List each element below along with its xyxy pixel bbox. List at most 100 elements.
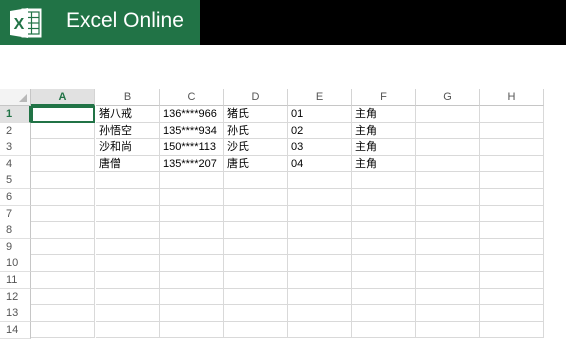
cell-g10[interactable]	[416, 255, 480, 272]
cell-g14[interactable]	[416, 321, 480, 339]
row-header-8[interactable]: 8	[0, 222, 31, 240]
column-header-b[interactable]: B	[96, 89, 160, 106]
cell-e13[interactable]	[288, 305, 352, 322]
cell-e2[interactable]: 02	[288, 122, 352, 140]
cell-e10[interactable]	[288, 255, 352, 272]
cell-h9[interactable]	[480, 238, 544, 256]
cell-b6[interactable]	[96, 189, 160, 206]
cell-g1[interactable]	[416, 106, 480, 123]
cell-b3[interactable]: 沙和尚	[96, 139, 160, 156]
cell-b8[interactable]	[96, 222, 160, 239]
row-header-7[interactable]: 7	[0, 205, 31, 223]
cell-e11[interactable]	[288, 272, 352, 289]
cell-h14[interactable]	[480, 321, 544, 339]
cell-c1[interactable]: 136****966	[160, 106, 224, 123]
cell-c11[interactable]	[160, 272, 224, 289]
cell-d4[interactable]: 唐氏	[224, 155, 288, 173]
cell-e12[interactable]	[288, 288, 352, 306]
cell-g8[interactable]	[416, 222, 480, 239]
cell-d11[interactable]	[224, 272, 288, 289]
row-header-12[interactable]: 12	[0, 288, 31, 306]
column-header-d[interactable]: D	[224, 89, 288, 106]
cell-g5[interactable]	[416, 172, 480, 189]
cell-g7[interactable]	[416, 205, 480, 223]
row-header-14[interactable]: 14	[0, 321, 31, 339]
cell-b7[interactable]	[96, 205, 160, 223]
cell-a6[interactable]	[31, 189, 95, 206]
cell-f7[interactable]	[352, 205, 416, 223]
cell-c3[interactable]: 150****113	[160, 139, 224, 156]
row-header-6[interactable]: 6	[0, 189, 31, 206]
cell-d10[interactable]	[224, 255, 288, 272]
cell-f11[interactable]	[352, 272, 416, 289]
cell-f5[interactable]	[352, 172, 416, 189]
cell-g9[interactable]	[416, 238, 480, 256]
cell-e3[interactable]: 03	[288, 139, 352, 156]
row-header-5[interactable]: 5	[0, 172, 31, 190]
cell-a11[interactable]	[31, 272, 95, 289]
cell-h13[interactable]	[480, 305, 544, 322]
cell-c10[interactable]	[160, 255, 224, 272]
row-header-9[interactable]: 9	[0, 238, 31, 256]
cell-a7[interactable]	[31, 205, 95, 223]
cell-f12[interactable]	[352, 288, 416, 306]
cell-e14[interactable]	[288, 321, 352, 339]
column-header-a[interactable]: A	[31, 89, 95, 106]
cell-e9[interactable]	[288, 238, 352, 256]
spreadsheet-grid[interactable]: A B C D E F G H 1 猪八戒 136****966 猪氏 01 主角 2 孙悟空 135****9…	[0, 89, 566, 347]
row-header-11[interactable]: 11	[0, 272, 31, 289]
cell-a2[interactable]	[31, 122, 95, 140]
cell-h10[interactable]	[480, 255, 544, 272]
cell-b11[interactable]	[96, 272, 160, 289]
row-header-1[interactable]: 1	[0, 106, 31, 123]
cell-e4[interactable]: 04	[288, 155, 352, 173]
cell-g13[interactable]	[416, 305, 480, 322]
row-header-10[interactable]: 10	[0, 255, 31, 273]
cell-d6[interactable]	[224, 189, 288, 206]
cell-d2[interactable]: 孙氏	[224, 122, 288, 140]
row-header-13[interactable]: 13	[0, 305, 31, 323]
cell-e7[interactable]	[288, 205, 352, 223]
cell-a8[interactable]	[31, 222, 95, 239]
cell-b14[interactable]	[96, 321, 160, 339]
row-header-3[interactable]: 3	[0, 139, 31, 157]
select-all-corner[interactable]	[0, 89, 31, 106]
cell-b1[interactable]: 猪八戒	[96, 106, 160, 123]
cell-a13[interactable]	[31, 305, 95, 322]
cell-a4[interactable]	[31, 155, 95, 173]
cell-g2[interactable]	[416, 122, 480, 140]
cell-h8[interactable]	[480, 222, 544, 239]
cell-f3[interactable]: 主角	[352, 139, 416, 156]
cell-f9[interactable]	[352, 238, 416, 256]
cell-c2[interactable]: 135****934	[160, 122, 224, 140]
cell-b4[interactable]: 唐僧	[96, 155, 160, 173]
cell-h1[interactable]	[480, 106, 544, 123]
cell-h4[interactable]	[480, 155, 544, 173]
column-header-g[interactable]: G	[416, 89, 480, 106]
cell-d8[interactable]	[224, 222, 288, 239]
cell-f10[interactable]	[352, 255, 416, 272]
cell-a10[interactable]	[31, 255, 95, 272]
cell-h5[interactable]	[480, 172, 544, 189]
cell-a5[interactable]	[31, 172, 95, 189]
cell-h7[interactable]	[480, 205, 544, 223]
cell-f1[interactable]: 主角	[352, 106, 416, 123]
cell-g4[interactable]	[416, 155, 480, 173]
cell-b5[interactable]	[96, 172, 160, 189]
cell-e8[interactable]	[288, 222, 352, 239]
cell-d9[interactable]	[224, 238, 288, 256]
cell-a3[interactable]	[31, 139, 95, 156]
cell-d12[interactable]	[224, 288, 288, 306]
cell-g12[interactable]	[416, 288, 480, 306]
cell-b10[interactable]	[96, 255, 160, 272]
cell-c4[interactable]: 135****207	[160, 155, 224, 173]
cell-f14[interactable]	[352, 321, 416, 339]
cell-c14[interactable]	[160, 321, 224, 339]
cell-d1[interactable]: 猪氏	[224, 106, 288, 123]
cell-h3[interactable]	[480, 139, 544, 156]
cell-d5[interactable]	[224, 172, 288, 189]
cell-b13[interactable]	[96, 305, 160, 322]
cell-g3[interactable]	[416, 139, 480, 156]
row-header-4[interactable]: 4	[0, 155, 31, 173]
cell-g6[interactable]	[416, 189, 480, 206]
